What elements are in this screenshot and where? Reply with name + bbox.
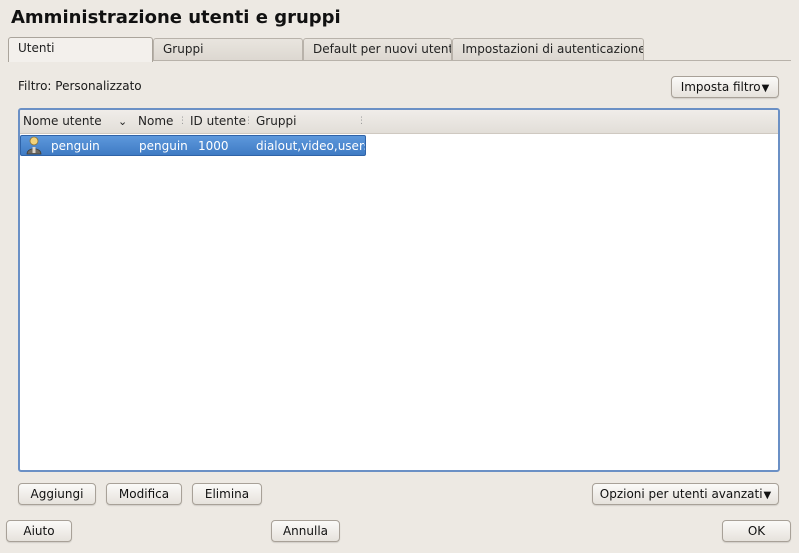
chevron-down-icon: ▼ [761,83,770,94]
filter-label: Filtro: Personalizzato [18,79,142,93]
column-header-username[interactable]: Nome utente ⌄ [20,110,135,133]
add-button[interactable]: Aggiungi [18,483,96,505]
tab-groups[interactable]: Gruppi [153,38,303,61]
tab-authentication-settings[interactable]: Impostazioni di autenticazione [452,38,644,61]
ok-button[interactable]: OK [722,520,791,542]
users-table[interactable]: Nome utente ⌄ Nome ⋮ ID utente ⋮ Gruppi ⋮ p… [18,108,780,472]
set-filter-button[interactable]: Imposta filtro▼ [671,76,779,98]
help-button[interactable]: Aiuto [6,520,72,542]
cancel-button[interactable]: Annulla [271,520,340,542]
column-header-name[interactable]: Nome ⋮ [135,110,187,133]
table-header: Nome utente ⌄ Nome ⋮ ID utente ⋮ Gruppi ⋮ [20,110,778,134]
cell-username: penguin [51,139,100,153]
cell-groups: dialout,video,users [256,139,365,153]
expert-options-button[interactable]: Opzioni per utenti avanzati▼ [592,483,779,505]
chevron-down-icon: ⌄ [118,115,128,128]
chevron-down-icon: ▼ [763,490,772,501]
cell-name: penguin [139,139,187,153]
tab-defaults-new-users[interactable]: Default per nuovi utenti [303,38,452,61]
user-icon [26,136,42,155]
set-filter-label: Imposta filtro [680,80,761,94]
tab-users[interactable]: Utenti [8,37,153,62]
column-header-uid[interactable]: ID utente ⋮ [187,110,253,133]
edit-button[interactable]: Modifica [106,483,182,505]
window-title: Amministrazione utenti e gruppi [11,7,341,28]
delete-button[interactable]: Elimina [192,483,262,505]
expert-options-label: Opzioni per utenti avanzati [599,487,763,501]
cell-uid: 1000 [198,139,229,153]
column-header-groups[interactable]: Gruppi ⋮ [253,110,366,133]
